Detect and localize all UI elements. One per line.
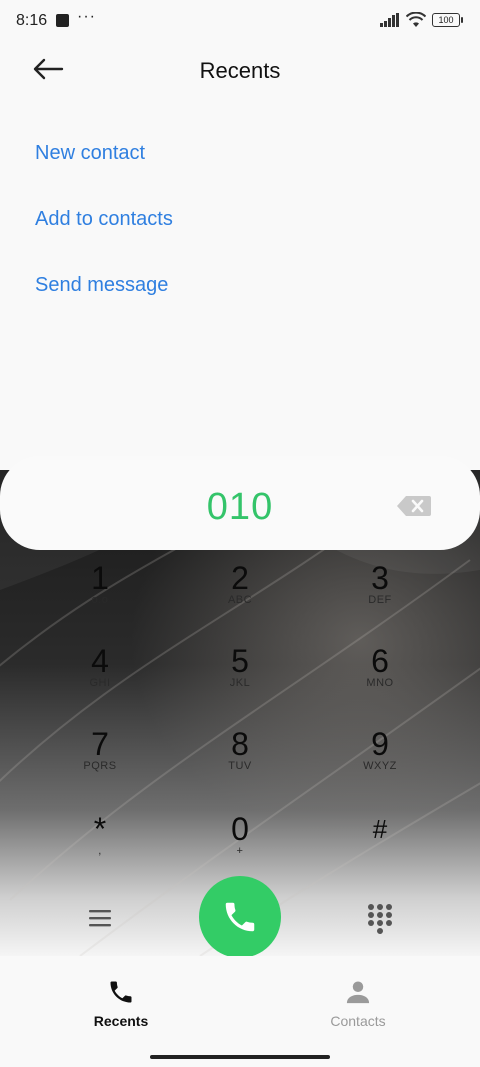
notification-icon (56, 14, 69, 27)
key-digit: 4 (91, 643, 109, 679)
key-star[interactable]: * , (40, 811, 160, 881)
phone-icon (110, 981, 132, 1003)
key-letters: o.o (91, 594, 109, 606)
key-letters: WXYZ (363, 760, 397, 772)
key-0[interactable]: 0 + (180, 811, 300, 881)
key-digit: 0 (231, 811, 249, 847)
key-digit: 6 (371, 643, 389, 679)
key-1[interactable]: 1 o.o (40, 560, 160, 630)
key-8[interactable]: 8 TUV (180, 726, 300, 796)
key-digit: 7 (91, 726, 109, 762)
key-digit: 1 (91, 560, 109, 596)
home-indicator[interactable] (150, 1055, 330, 1059)
key-9[interactable]: 9 WXYZ (320, 726, 440, 796)
backspace-button[interactable] (396, 494, 432, 518)
signal-icon (380, 13, 399, 27)
key-letters: + (236, 845, 244, 857)
bottom-nav: Recents Contacts (0, 956, 480, 1067)
key-digit: 8 (231, 726, 249, 762)
tab-contacts[interactable]: Contacts (298, 978, 418, 1029)
key-6[interactable]: 6 MNO (320, 643, 440, 713)
add-to-contacts-link[interactable]: Add to contacts (35, 208, 173, 231)
key-digit: 5 (231, 643, 249, 679)
battery-icon: 100 (432, 13, 463, 27)
status-time: 8:16 (16, 12, 48, 29)
tab-recents[interactable]: Recents (61, 978, 181, 1029)
key-letters: MNO (366, 677, 394, 689)
key-digit: * (93, 811, 107, 847)
page-title: Recents (199, 58, 281, 83)
tab-contacts-label: Contacts (330, 1013, 386, 1029)
person-icon (346, 981, 370, 1004)
key-hash[interactable]: # (320, 811, 440, 881)
keypad-toggle-button[interactable] (366, 902, 394, 934)
key-5[interactable]: 5 JKL (180, 643, 300, 713)
status-icons: 100 (380, 12, 463, 28)
new-contact-link[interactable]: New contact (35, 142, 145, 165)
more-notifications-icon: ··· (77, 8, 96, 25)
backspace-icon (397, 496, 431, 516)
key-digit: 2 (231, 560, 249, 596)
menu-button[interactable] (86, 904, 114, 932)
key-4[interactable]: 4 GHI (40, 643, 160, 713)
menu-icon (89, 910, 111, 927)
dialpad-icon (368, 904, 392, 934)
key-letters: TUV (228, 760, 252, 772)
key-digit: 3 (371, 560, 389, 596)
key-digit: 9 (371, 726, 389, 762)
tab-recents-label: Recents (93, 1013, 149, 1029)
key-letters: ABC (227, 594, 253, 606)
phone-icon (225, 902, 255, 932)
key-digit: # (372, 814, 388, 844)
key-7[interactable]: 7 PQRS (40, 726, 160, 796)
wifi-icon (406, 12, 426, 27)
key-letters: DEF (368, 594, 392, 606)
key-letters: GHI (89, 677, 111, 689)
call-button[interactable] (199, 876, 281, 958)
status-bar: 8:16 ··· 100 (0, 0, 480, 42)
send-message-link[interactable]: Send message (35, 274, 168, 297)
key-2[interactable]: 2 ABC (180, 560, 300, 630)
key-letters: PQRS (83, 760, 117, 772)
key-letters: JKL (229, 677, 251, 689)
key-letters: , (98, 845, 102, 857)
key-3[interactable]: 3 DEF (320, 560, 440, 630)
